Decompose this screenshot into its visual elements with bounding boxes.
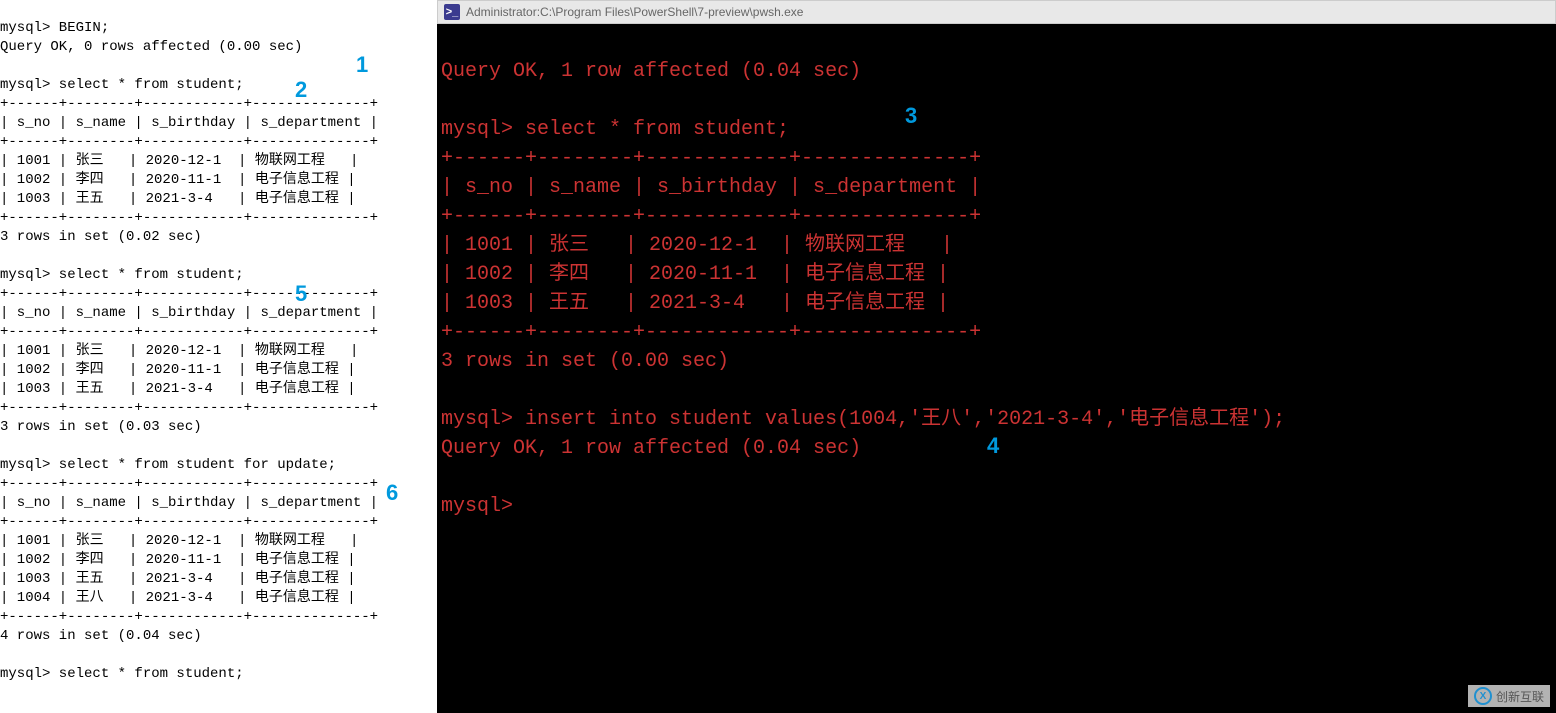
table-border: +------+--------+------------+----------… <box>0 514 378 530</box>
table-border: +------+--------+------------+----------… <box>0 96 378 112</box>
left-terminal[interactable]: mysql> BEGIN; Query OK, 0 rows affected … <box>0 0 437 713</box>
table-border: +------+--------+------------+----------… <box>0 210 378 226</box>
result-count: 3 rows in set (0.03 sec) <box>0 419 202 435</box>
annotation-3: 3 <box>905 103 917 129</box>
table-row: | 1002 | 李四 | 2020-11-1 | 电子信息工程 | <box>0 362 356 378</box>
result-count: 3 rows in set (0.00 sec) <box>441 350 729 373</box>
table-border: +------+--------+------------+----------… <box>0 609 378 625</box>
table-border: +------+--------+------------+----------… <box>0 286 378 302</box>
query-ok-1: Query OK, 1 row affected (0.04 sec) <box>441 60 861 83</box>
table-header: | s_no | s_name | s_birthday | s_departm… <box>0 115 378 131</box>
table-border: +------+--------+------------+----------… <box>441 321 981 344</box>
query-ok-begin: Query OK, 0 rows affected (0.00 sec) <box>0 39 302 55</box>
select-stmt-2: mysql> select * from student; <box>0 77 244 93</box>
table-row: | 1001 | 张三 | 2020-12-1 | 物联网工程 | <box>441 234 953 257</box>
annotation-1: 1 <box>356 55 368 74</box>
table-border: +------+--------+------------+----------… <box>0 134 378 150</box>
table-header: | s_no | s_name | s_birthday | s_departm… <box>0 305 378 321</box>
table-border: +------+--------+------------+----------… <box>441 147 981 170</box>
annotation-4: 4 <box>987 433 999 459</box>
mysql-begin: mysql> BEGIN; <box>0 20 109 36</box>
table-row: | 1002 | 李四 | 2020-11-1 | 电子信息工程 | <box>441 263 949 286</box>
table-border: +------+--------+------------+----------… <box>0 476 378 492</box>
watermark: X 创新互联 <box>1468 685 1550 707</box>
select-stmt-5: mysql> select * from student; <box>0 267 244 283</box>
annotation-2: 2 <box>295 80 307 99</box>
annotation-5: 5 <box>295 284 307 303</box>
table-border: +------+--------+------------+----------… <box>0 324 378 340</box>
watermark-text: 创新互联 <box>1496 688 1544 705</box>
select-for-update-6: mysql> select * from student for update; <box>0 457 336 473</box>
table-row: | 1001 | 张三 | 2020-12-1 | 物联网工程 | <box>0 153 358 169</box>
titlebar[interactable]: >_ Administrator: C:\Program Files\Power… <box>437 0 1556 24</box>
select-stmt-3: mysql> select * from student; <box>441 118 789 141</box>
table-row: | 1003 | 王五 | 2021-3-4 | 电子信息工程 | <box>0 571 356 587</box>
title-prefix: Administrator: <box>466 5 540 19</box>
right-terminal[interactable]: Query OK, 1 row affected (0.04 sec) mysq… <box>437 24 1556 713</box>
table-row: | 1003 | 王五 | 2021-3-4 | 电子信息工程 | <box>0 191 356 207</box>
annotation-6: 6 <box>386 483 398 502</box>
result-count: 3 rows in set (0.02 sec) <box>0 229 202 245</box>
table-row: | 1002 | 李四 | 2020-11-1 | 电子信息工程 | <box>0 552 356 568</box>
title-path: C:\Program Files\PowerShell\7-preview\pw… <box>540 5 803 19</box>
table-row: | 1001 | 张三 | 2020-12-1 | 物联网工程 | <box>0 343 358 359</box>
insert-stmt: mysql> insert into student values(1004,'… <box>441 408 1285 431</box>
right-window: >_ Administrator: C:\Program Files\Power… <box>437 0 1556 713</box>
table-row: | 1003 | 王五 | 2021-3-4 | 电子信息工程 | <box>0 381 356 397</box>
mysql-prompt-next: mysql> select * from student; <box>0 666 244 682</box>
query-ok-insert: Query OK, 1 row affected (0.04 sec) <box>441 437 861 460</box>
mysql-prompt[interactable]: mysql> <box>441 495 525 518</box>
result-count: 4 rows in set (0.04 sec) <box>0 628 202 644</box>
table-row: | 1004 | 王八 | 2021-3-4 | 电子信息工程 | <box>0 590 356 606</box>
table-header: | s_no | s_name | s_birthday | s_departm… <box>0 495 378 511</box>
table-row: | 1002 | 李四 | 2020-11-1 | 电子信息工程 | <box>0 172 356 188</box>
watermark-logo-icon: X <box>1474 687 1492 705</box>
table-header: | s_no | s_name | s_birthday | s_departm… <box>441 176 981 199</box>
table-border: +------+--------+------------+----------… <box>441 205 981 228</box>
table-row: | 1001 | 张三 | 2020-12-1 | 物联网工程 | <box>0 533 358 549</box>
table-row: | 1003 | 王五 | 2021-3-4 | 电子信息工程 | <box>441 292 949 315</box>
powershell-icon: >_ <box>444 4 460 20</box>
table-border: +------+--------+------------+----------… <box>0 400 378 416</box>
